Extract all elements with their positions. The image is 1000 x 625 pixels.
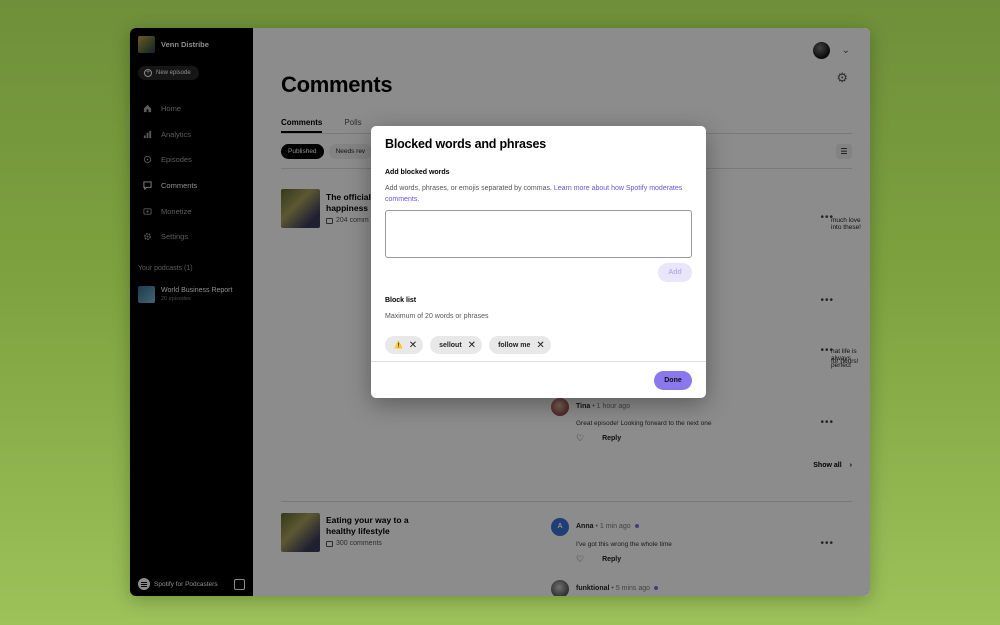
dialog-divider xyxy=(371,361,706,362)
dialog-title: Blocked words and phrases xyxy=(385,137,547,151)
close-icon[interactable]: ✕ xyxy=(468,340,476,351)
add-blocked-words-helper: Add words, phrases, or emojis separated … xyxy=(385,183,695,205)
add-blocked-words-label: Add blocked words xyxy=(385,169,450,176)
blocked-words-input[interactable] xyxy=(385,210,692,258)
helper-text: Add words, phrases, or emojis separated … xyxy=(385,185,554,192)
tag-label: sellout xyxy=(439,341,462,349)
blocked-tag: follow me ✕ xyxy=(489,336,551,354)
blocked-words-dialog: Blocked words and phrases Add blocked wo… xyxy=(371,126,706,398)
close-icon[interactable]: ✕ xyxy=(536,340,544,351)
tag-label: follow me xyxy=(498,341,531,349)
tag-label: ⚠️ xyxy=(394,342,403,349)
block-list-tags: ⚠️ ✕ sellout ✕ follow me ✕ xyxy=(385,336,551,354)
block-list-helper: Maximum of 20 words or phrases xyxy=(385,313,489,320)
add-button[interactable]: Add xyxy=(658,263,692,282)
close-icon[interactable]: ✕ xyxy=(409,340,417,351)
blocked-tag: ⚠️ ✕ xyxy=(385,336,424,354)
block-list-label: Block list xyxy=(385,297,417,304)
done-button[interactable]: Done xyxy=(654,371,692,390)
blocked-tag: sellout ✕ xyxy=(430,336,483,354)
